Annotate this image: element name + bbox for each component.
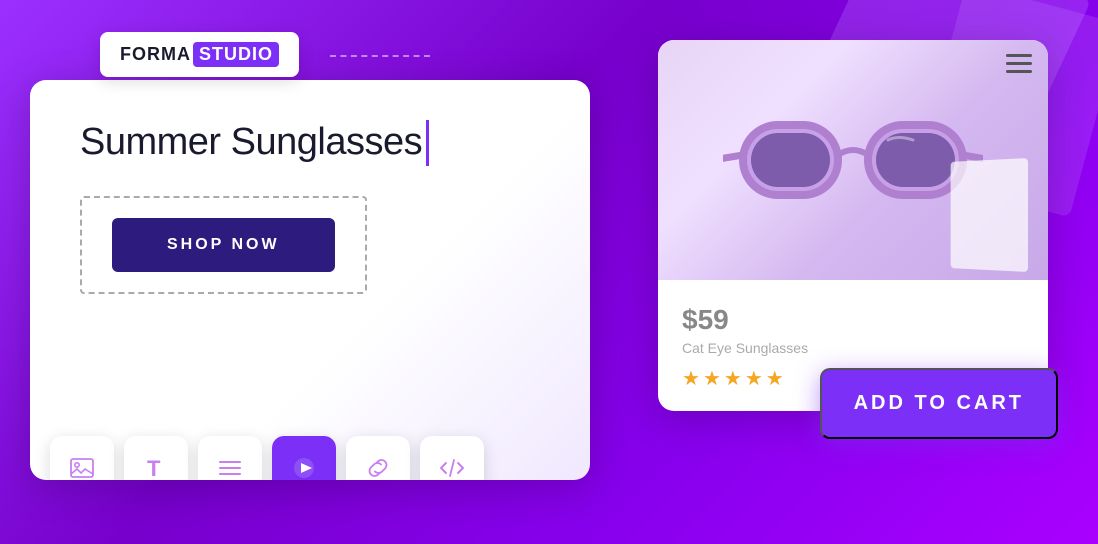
hamburger-menu[interactable]: [1006, 54, 1032, 73]
logo-card: FORMA STUDIO: [100, 32, 299, 77]
dashed-selection-box: SHOP NOW: [80, 196, 367, 294]
editor-card: Summer Sunglasses SHOP NOW T: [30, 80, 590, 480]
toolbar-strip: T: [50, 436, 484, 480]
align-icon-button[interactable]: [198, 436, 262, 480]
headline[interactable]: Summer Sunglasses: [80, 120, 429, 166]
hamburger-line3: [1006, 70, 1032, 73]
glass-block: [951, 158, 1028, 272]
image-icon-button[interactable]: [50, 436, 114, 480]
star-4: ★: [745, 366, 763, 391]
product-price: $59: [682, 304, 1024, 336]
video-icon-button[interactable]: [272, 436, 336, 480]
star-1: ★: [682, 366, 700, 391]
logo-studio: STUDIO: [193, 42, 279, 67]
link-icon-button[interactable]: [346, 436, 410, 480]
star-5: ★: [766, 366, 784, 391]
add-to-cart-button[interactable]: ADD TO CART: [820, 368, 1058, 439]
align-icon: [216, 454, 244, 480]
star-3: ★: [724, 366, 742, 391]
star-2: ★: [703, 366, 721, 391]
sunglasses-illustration: [723, 85, 983, 235]
product-card: ADD TO CART $59 Cat Eye Sunglasses ★ ★ ★…: [658, 40, 1048, 411]
hamburger-line1: [1006, 54, 1032, 57]
product-image: [658, 40, 1048, 280]
text-icon-button[interactable]: T: [124, 436, 188, 480]
product-name: Cat Eye Sunglasses: [682, 340, 1024, 356]
hamburger-line2: [1006, 62, 1032, 65]
svg-text:T: T: [147, 456, 161, 480]
link-icon: [364, 454, 392, 480]
logo-dashed-line: [330, 55, 430, 57]
headline-wrapper: Summer Sunglasses: [80, 120, 429, 166]
code-icon-button[interactable]: [420, 436, 484, 480]
shop-now-button[interactable]: SHOP NOW: [112, 218, 335, 272]
image-icon: [68, 454, 96, 480]
video-icon: [290, 454, 318, 480]
logo-forma: FORMA: [120, 44, 191, 65]
code-icon: [438, 454, 466, 480]
text-icon: T: [142, 454, 170, 480]
